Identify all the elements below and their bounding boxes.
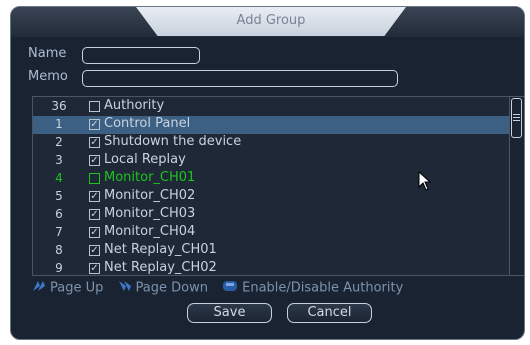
save-button[interactable]: Save (187, 303, 272, 323)
list-scrollbar[interactable] (509, 97, 524, 275)
name-input[interactable] (82, 47, 200, 64)
row-label: Shutdown the device (104, 134, 242, 149)
row-label: Monitor_CH02 (104, 188, 196, 203)
row-number: 8 (55, 243, 63, 257)
row-label: Monitor_CH03 (104, 206, 196, 221)
row-number: 1 (55, 117, 63, 131)
checkbox-checked-icon[interactable]: ✓ (89, 245, 100, 256)
list-item[interactable]: 1 ✓ Control Panel (33, 116, 511, 134)
checkbox-icon[interactable] (89, 101, 100, 112)
mouse-icon (222, 280, 238, 296)
checkbox-checked-icon[interactable]: ✓ (89, 119, 100, 130)
thumb-grip (513, 120, 520, 121)
mouse-pointer-icon (418, 170, 432, 195)
thumb-grip (513, 117, 520, 118)
row-label: Net Replay_CH02 (104, 260, 217, 275)
row-label: Monitor_CH04 (104, 224, 196, 239)
toggle-authority-label: Enable/Disable Authority (242, 280, 404, 296)
checkbox-checked-icon[interactable]: ✓ (89, 209, 100, 220)
list-item[interactable]: 2 ✓ Shutdown the device (33, 134, 511, 152)
list-header-row[interactable]: 36 Authority (33, 98, 511, 116)
row-label: Local Replay (104, 152, 186, 167)
page-up-icon (32, 280, 46, 296)
authority-list: 36 Authority 1 ✓ Control Panel 2 ✓ Shutdown the… (32, 96, 524, 276)
shortcut-hint-bar: Page Up Page Down Enable/Disable Authori… (32, 280, 512, 296)
name-label: Name (28, 46, 67, 61)
list-item[interactable]: 9 ✓ Net Replay_CH02 (33, 260, 511, 275)
add-group-dialog: Add Group Name Memo 36 Authority 1 ✓ Control… (10, 6, 525, 340)
memo-label: Memo (28, 69, 68, 84)
dialog-title: Add Group (236, 13, 306, 28)
checkbox-icon[interactable] (89, 173, 100, 184)
row-label: Control Panel (104, 116, 191, 131)
thumb-grip (513, 114, 520, 115)
list-item[interactable]: 8 ✓ Net Replay_CH01 (33, 242, 511, 260)
row-label: Monitor_CH01 (104, 170, 196, 185)
row-number: 3 (55, 153, 63, 167)
list-item[interactable]: 4 Monitor_CH01 (33, 170, 511, 188)
memo-input[interactable] (82, 70, 398, 87)
checkbox-checked-icon[interactable]: ✓ (89, 137, 100, 148)
row-number: 6 (55, 207, 63, 221)
checkbox-checked-icon[interactable]: ✓ (89, 191, 100, 202)
row-number: 7 (55, 225, 63, 239)
list-item[interactable]: 5 ✓ Monitor_CH02 (33, 188, 511, 206)
scroll-thumb[interactable] (511, 98, 522, 138)
checkbox-checked-icon[interactable]: ✓ (89, 227, 100, 238)
page-down-icon (118, 280, 132, 296)
checkbox-checked-icon[interactable]: ✓ (89, 155, 100, 166)
row-label: Net Replay_CH01 (104, 242, 217, 257)
row-number: 5 (55, 189, 63, 203)
checkbox-checked-icon[interactable]: ✓ (89, 263, 100, 274)
row-label: Authority (104, 98, 165, 113)
row-number: 36 (51, 99, 67, 113)
row-number: 2 (55, 135, 63, 149)
list-item[interactable]: 6 ✓ Monitor_CH03 (33, 206, 511, 224)
list-item[interactable]: 7 ✓ Monitor_CH04 (33, 224, 511, 242)
list-item[interactable]: 3 ✓ Local Replay (33, 152, 511, 170)
cancel-button[interactable]: Cancel (287, 303, 372, 323)
page-up-label: Page Up (50, 280, 104, 296)
page-down-label: Page Down (135, 280, 208, 296)
row-number: 4 (55, 171, 63, 185)
row-number: 9 (55, 261, 63, 275)
